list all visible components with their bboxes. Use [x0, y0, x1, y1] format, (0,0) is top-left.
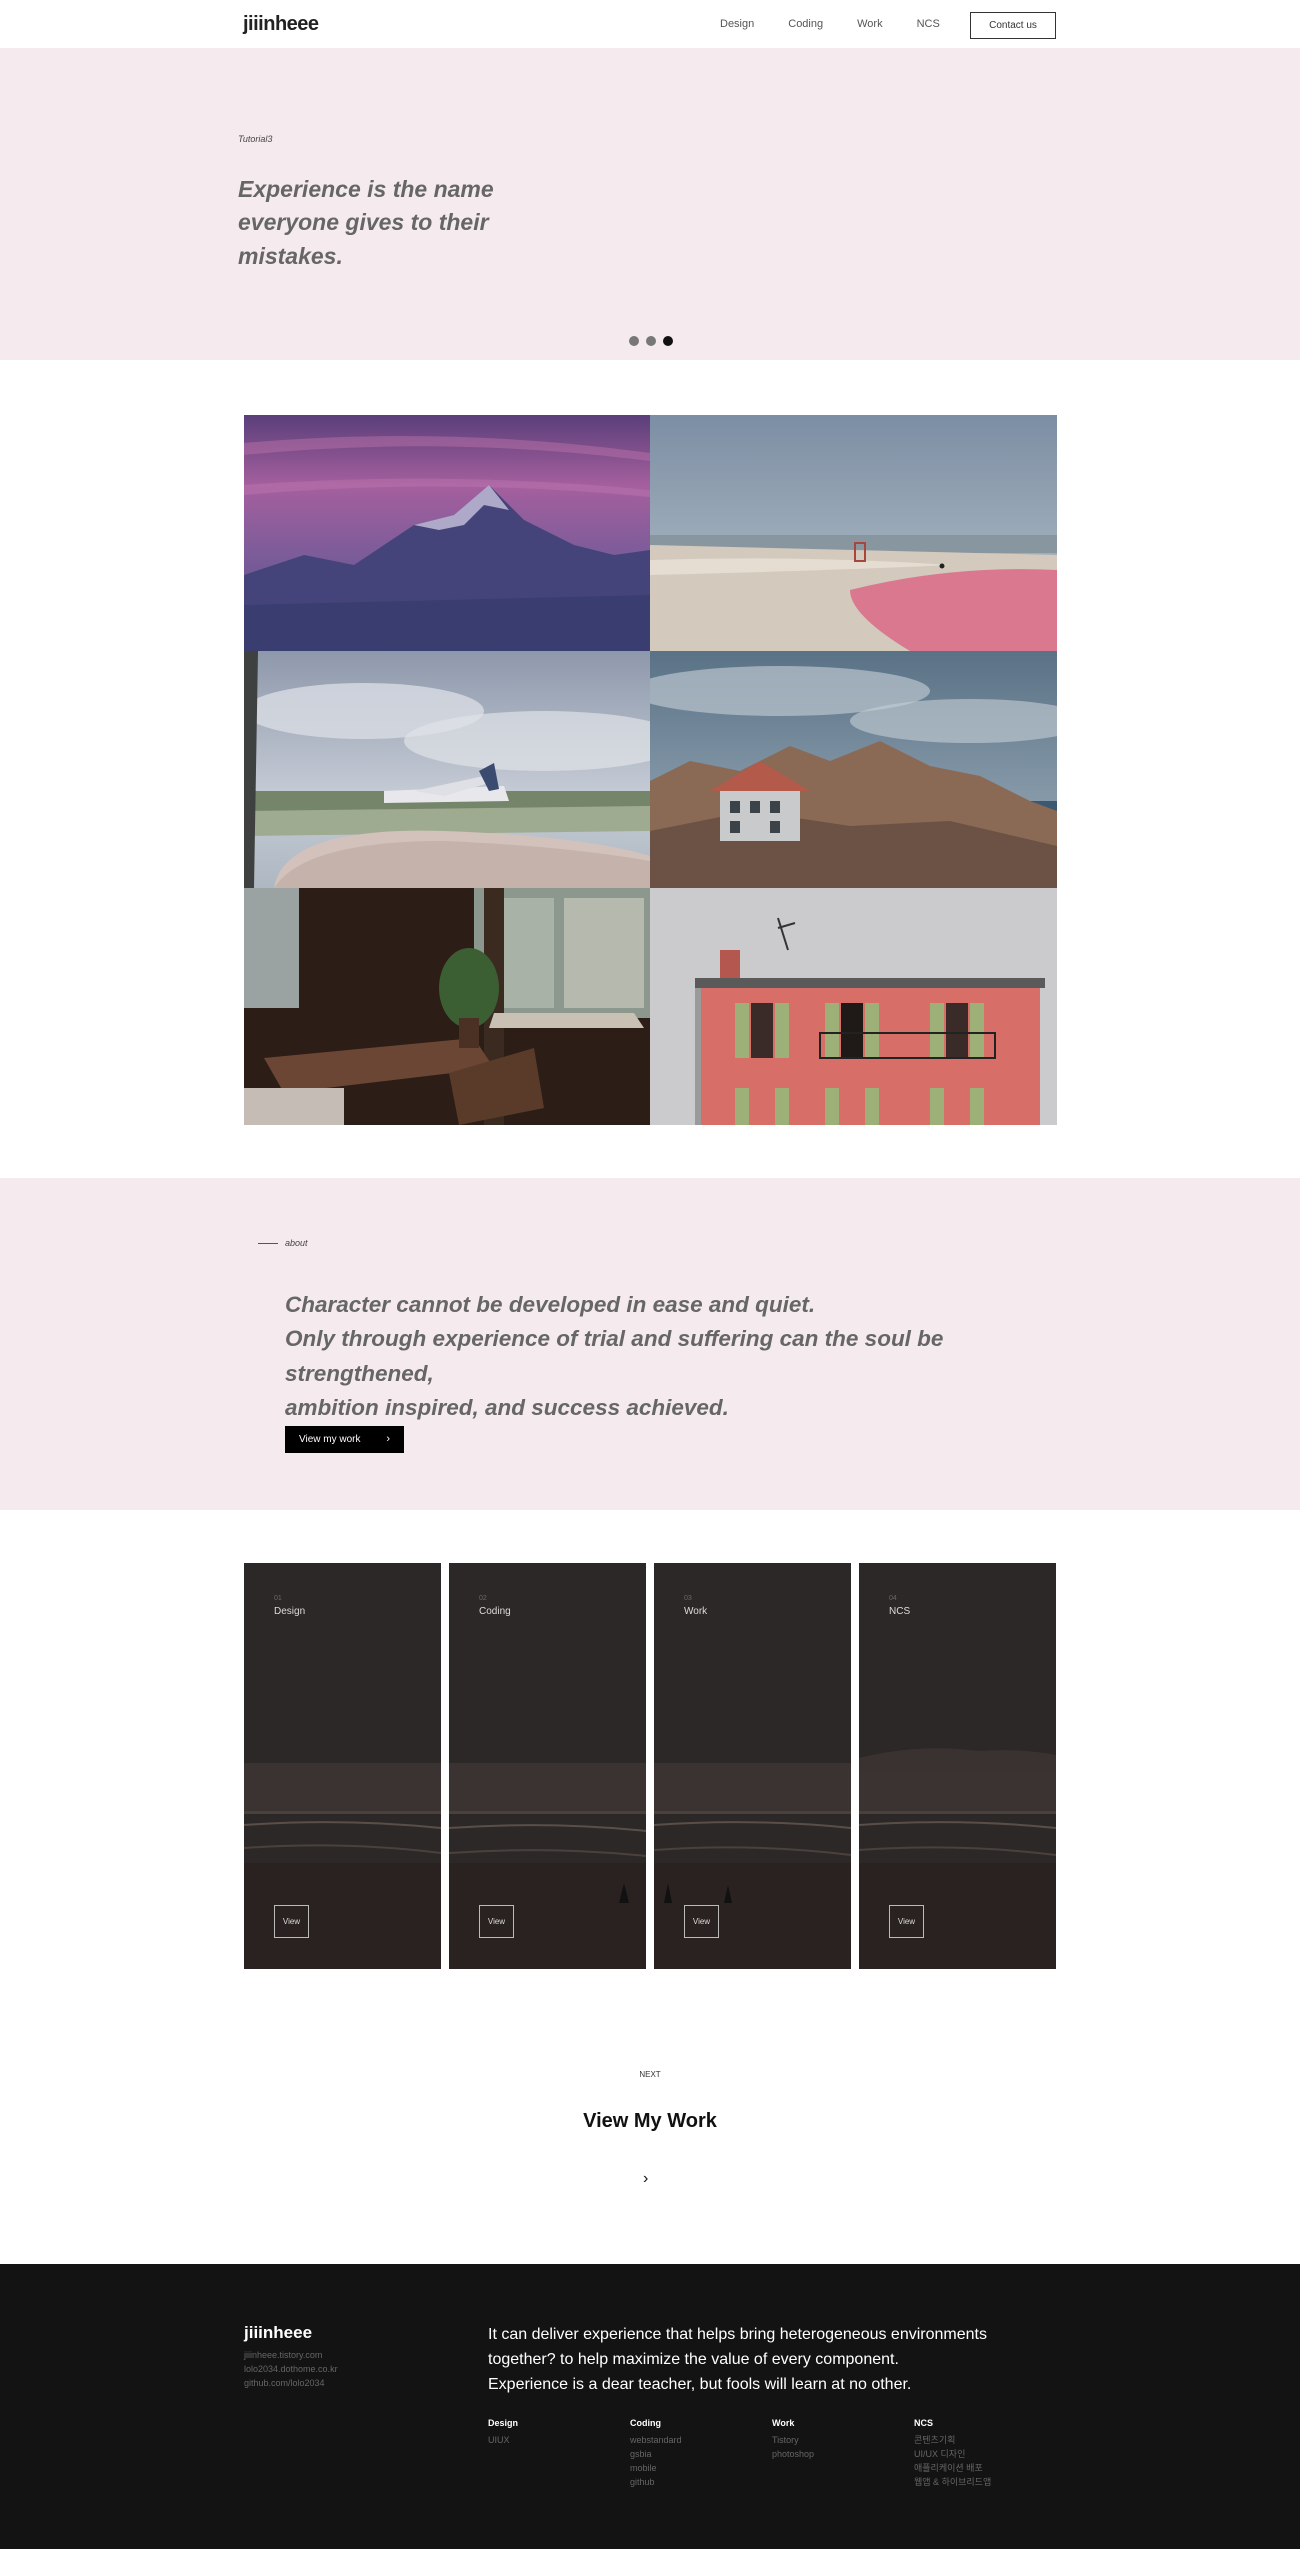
hero-slider: Tutorial3 Experience is the name everyon… — [0, 48, 1300, 360]
footer-logo[interactable]: jiiinheee — [244, 2323, 312, 2343]
footer-col-item[interactable]: 애플리케이션 배포 — [914, 2461, 1056, 2475]
footer-col-item[interactable]: Tistory — [772, 2433, 914, 2447]
about-quote: Character cannot be developed in ease an… — [285, 1288, 1065, 1426]
footer-col-ncs: NCS 콘텐츠기획 UI/UX 디자인 애플리케이션 배포 웹앱 & 하이브리드… — [914, 2418, 1056, 2489]
footer-col-title: NCS — [914, 2418, 934, 2428]
card-ncs[interactable]: 04 NCS View — [859, 1563, 1056, 1969]
card-number: 03 — [684, 1595, 692, 1602]
footer-col-item[interactable]: webstandard — [630, 2433, 772, 2447]
next-section: NEXT View My Work › — [0, 2000, 1300, 2264]
footer-col-item[interactable]: UIUX — [488, 2433, 630, 2447]
hero-quote: Experience is the name everyone gives to… — [238, 176, 494, 269]
card-number: 01 — [274, 1595, 282, 1602]
footer-link-github[interactable]: github.com/lolo2034 — [244, 2376, 338, 2390]
footer-text: It can deliver experience that helps bri… — [488, 2323, 1048, 2397]
footer-text-line-2: together? to help maximize the value of … — [488, 2350, 899, 2368]
photo-beach — [650, 415, 1057, 651]
card-title: Work — [684, 1606, 708, 1617]
nav-work[interactable]: Work — [857, 18, 882, 30]
next-title: View My Work — [583, 2110, 717, 2132]
chevron-right-icon[interactable]: › — [643, 2170, 648, 2188]
about-quote-line-1: Character cannot be developed in ease an… — [285, 1292, 816, 1317]
footer-col-work: Work Tistory photoshop — [772, 2418, 914, 2489]
nav-design[interactable]: Design — [720, 18, 754, 30]
card-work[interactable]: 03 Work View — [654, 1563, 851, 1969]
next-label: NEXT — [639, 2070, 661, 2079]
slider-dot-3[interactable] — [663, 336, 673, 346]
main-nav: Design Coding Work NCS — [720, 18, 974, 30]
footer-col-item[interactable]: github — [630, 2475, 772, 2489]
view-my-work-button[interactable]: View my work › — [285, 1426, 404, 1453]
about-quote-line-2: Only through experience of trial and suf… — [285, 1326, 944, 1386]
footer-col-item[interactable]: mobile — [630, 2461, 772, 2475]
footer-col-title: Design — [488, 2418, 519, 2428]
card-title: NCS — [889, 1606, 911, 1617]
chevron-right-icon: › — [386, 1433, 390, 1445]
footer-col-title: Coding — [630, 2418, 661, 2428]
footer-col-item[interactable]: UI/UX 디자인 — [914, 2447, 1056, 2461]
photo-coastal-house — [650, 651, 1057, 888]
footer-col-item[interactable]: photoshop — [772, 2447, 914, 2461]
hero-tag: Tutorial3 — [238, 134, 273, 144]
footer-col-title: Work — [772, 2418, 795, 2428]
nav-coding[interactable]: Coding — [788, 18, 823, 30]
footer-links: jiiinheee.tistory.com lolo2034.dothome.c… — [244, 2348, 338, 2390]
card-number: 02 — [479, 1595, 487, 1602]
card-view-button[interactable]: View — [274, 1905, 309, 1938]
footer-text-line-1: It can deliver experience that helps bri… — [488, 2326, 987, 2343]
footer-text-line-3: Experience is a dear teacher, but fools … — [488, 2375, 912, 2393]
footer-columns: Design UIUX Coding webstandard gsbia mob… — [488, 2418, 1056, 2489]
photo-gallery — [0, 360, 1300, 1178]
footer-link-tistory[interactable]: jiiinheee.tistory.com — [244, 2348, 338, 2362]
footer-col-item[interactable]: 웹앱 & 하이브리드앱 — [914, 2475, 1056, 2489]
footer-col-coding: Coding webstandard gsbia mobile github — [630, 2418, 772, 2489]
about-section: about Character cannot be developed in e… — [0, 1178, 1300, 1510]
site-header: jiiinheee Design Coding Work NCS Contact… — [0, 0, 1300, 48]
card-title: Coding — [479, 1606, 511, 1617]
slider-dot-1[interactable] — [629, 336, 639, 346]
nav-ncs[interactable]: NCS — [917, 18, 940, 30]
card-title: Design — [274, 1606, 306, 1617]
about-quote-line-3: ambition inspired, and success achieved. — [285, 1395, 729, 1421]
contact-button[interactable]: Contact us — [970, 12, 1056, 39]
card-view-button[interactable]: View — [479, 1905, 514, 1938]
card-coding[interactable]: 02 Coding View — [449, 1563, 646, 1969]
site-footer: jiiinheee jiiinheee.tistory.com lolo2034… — [0, 2264, 1300, 2549]
view-my-work-label: View my work — [299, 1434, 361, 1445]
photo-pink-building — [650, 888, 1057, 1125]
about-label: about — [285, 1238, 308, 1248]
footer-col-item[interactable]: 콘텐츠기획 — [914, 2433, 1056, 2447]
slider-dot-2[interactable] — [646, 336, 656, 346]
footer-col-item[interactable]: gsbia — [630, 2447, 772, 2461]
category-cards: 01 Design View 02 Coding View 03 Work Vi… — [0, 1510, 1300, 2000]
site-logo[interactable]: jiiinheee — [243, 13, 319, 36]
card-number: 04 — [889, 1595, 897, 1602]
footer-col-design: Design UIUX — [488, 2418, 630, 2489]
card-view-button[interactable]: View — [684, 1905, 719, 1938]
photo-mountain — [244, 415, 650, 651]
about-divider — [258, 1243, 278, 1244]
photo-airplane — [244, 651, 650, 888]
card-view-button[interactable]: View — [889, 1905, 924, 1938]
card-design[interactable]: 01 Design View — [244, 1563, 441, 1969]
footer-link-dothome[interactable]: lolo2034.dothome.co.kr — [244, 2362, 338, 2376]
slider-dots — [629, 336, 680, 346]
photo-cafe-interior — [244, 888, 650, 1125]
